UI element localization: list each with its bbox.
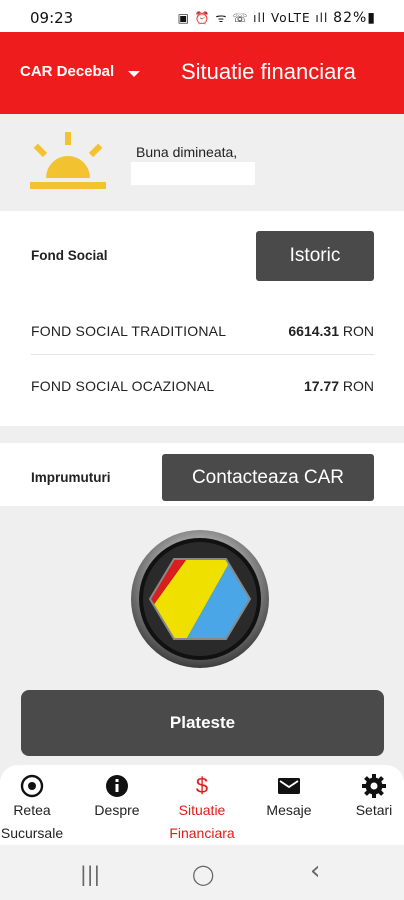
user-name-field [131, 162, 255, 185]
sunrise-icon [30, 132, 106, 189]
status-icons: ▣ ⏰ ᯤ ☏ ıll VoLTE ıll 82%▮ [178, 9, 376, 26]
mail-icon [278, 778, 300, 794]
home-icon[interactable]: ◯ [192, 862, 214, 886]
fond-row-value: 6614.31 RON [288, 323, 374, 339]
imprumuturi-card: Imprumuturi Contacteaza CAR [0, 443, 404, 506]
info-icon [106, 775, 128, 797]
bottom-navigation: Retea Sucursale Despre $ Situatie Financia… [0, 765, 404, 845]
fond-row-label: FOND SOCIAL OCAZIONAL [31, 378, 215, 394]
back-icon[interactable]: ‹ [310, 856, 320, 886]
imprumuturi-title: Imprumuturi [31, 470, 111, 485]
contact-car-button[interactable]: Contacteaza CAR [162, 454, 374, 501]
page-title: Situatie financiara [181, 59, 356, 84]
fond-social-title: Fond Social [31, 248, 108, 263]
fond-row-label: FOND SOCIAL TRADITIONAL [31, 323, 227, 339]
nav-item-setari[interactable]: Setari [346, 765, 402, 822]
battery-level: 82%▮ [333, 10, 376, 26]
target-icon [20, 774, 44, 798]
nav-item-retea-sucursale[interactable]: Retea Sucursale [0, 765, 64, 845]
greeting-section: Buna dimineata, [0, 114, 404, 211]
greeting-text: Buna dimineata, [136, 144, 238, 160]
status-time: 09:23 [30, 9, 74, 27]
nav-item-situatie-financiara[interactable]: $ Situatie Financiara [162, 765, 242, 845]
status-indicator-icons: ▣ ⏰ ᯤ ☏ ıll VoLTE ıll [177, 11, 329, 25]
plateste-button[interactable]: Plateste [21, 690, 384, 756]
fond-row-ocazional: FOND SOCIAL OCAZIONAL 17.77 RON [31, 357, 374, 412]
nav-label: Retea Sucursale [0, 802, 64, 841]
recents-icon[interactable]: ||| [80, 862, 100, 886]
car-logo-icon [131, 530, 269, 668]
nav-item-mesaje[interactable]: Mesaje [258, 765, 320, 822]
nav-label: Despre [94, 802, 140, 818]
fond-social-card: Fond Social Istoric FOND SOCIAL TRADITIO… [0, 211, 404, 426]
nav-label: Setari [355, 802, 393, 818]
chevron-down-icon[interactable] [128, 71, 140, 77]
istoric-button[interactable]: Istoric [256, 231, 374, 281]
dollar-icon: $ [195, 773, 209, 798]
gear-icon [362, 774, 386, 798]
nav-label: Mesaje [266, 802, 312, 818]
nav-item-despre[interactable]: Despre [86, 765, 148, 822]
fond-row-traditional: FOND SOCIAL TRADITIONAL 6614.31 RON [31, 302, 374, 357]
organization-selector[interactable]: CAR Decebal [20, 63, 114, 80]
status-bar: 09:23 ▣ ⏰ ᯤ ☏ ıll VoLTE ıll 82%▮ [0, 0, 404, 32]
app-header: CAR Decebal Situatie financiara [0, 32, 404, 114]
fond-row-value: 17.77 RON [303, 378, 374, 394]
divider [31, 354, 374, 355]
system-navigation-bar: ||| ◯ ‹ [0, 845, 404, 900]
nav-label: Situatie Financiara [169, 802, 235, 841]
